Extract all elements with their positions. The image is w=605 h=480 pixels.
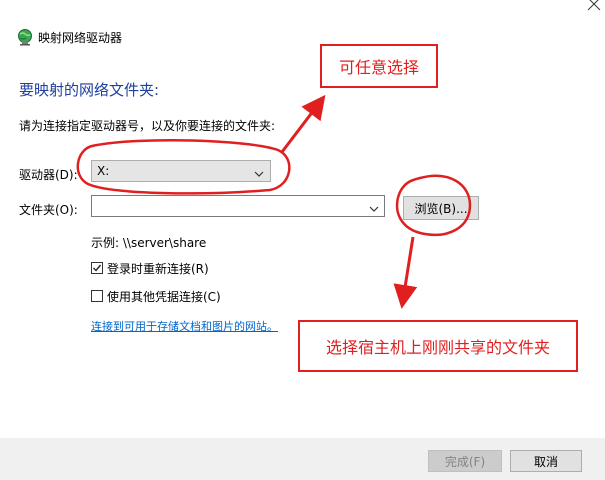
example-text: 示例: \\server\share bbox=[91, 236, 207, 250]
drive-select[interactable]: X: bbox=[91, 160, 271, 182]
drive-label: 驱动器(D): bbox=[19, 168, 78, 182]
reconnect-checkbox[interactable] bbox=[91, 262, 103, 274]
annotation-arrow-drive bbox=[280, 94, 326, 153]
close-icon[interactable] bbox=[584, 0, 604, 14]
finish-button[interactable]: 完成(F) bbox=[428, 450, 502, 472]
instruction-text: 请为连接指定驱动器号，以及你要连接的文件夹: bbox=[19, 119, 276, 133]
chevron-down-icon bbox=[254, 167, 264, 177]
browse-button[interactable]: 浏览(B)... bbox=[403, 196, 479, 220]
folder-label: 文件夹(O): bbox=[19, 203, 78, 217]
other-credentials-label[interactable]: 使用其他凭据连接(C) bbox=[107, 288, 221, 305]
page-heading: 要映射的网络文件夹: bbox=[19, 81, 160, 99]
annotation-callout-drive: 可任意选择 bbox=[320, 44, 438, 88]
window-title: 映射网络驱动器 bbox=[38, 31, 123, 45]
chevron-down-icon[interactable] bbox=[369, 202, 379, 212]
annotation-arrow-browse bbox=[393, 236, 418, 309]
other-credentials-checkbox[interactable] bbox=[91, 290, 103, 302]
folder-combobox[interactable] bbox=[91, 195, 385, 217]
annotation-callout-browse: 选择宿主机上刚刚共享的文件夹 bbox=[298, 320, 578, 372]
reconnect-label[interactable]: 登录时重新连接(R) bbox=[107, 260, 209, 277]
cancel-button[interactable]: 取消 bbox=[510, 450, 582, 472]
connect-website-link[interactable]: 连接到可用于存储文档和图片的网站。 bbox=[91, 318, 278, 334]
network-drive-icon bbox=[16, 28, 34, 46]
title-bar: 映射网络驱动器 bbox=[0, 0, 605, 60]
drive-select-value: X: bbox=[97, 164, 110, 178]
